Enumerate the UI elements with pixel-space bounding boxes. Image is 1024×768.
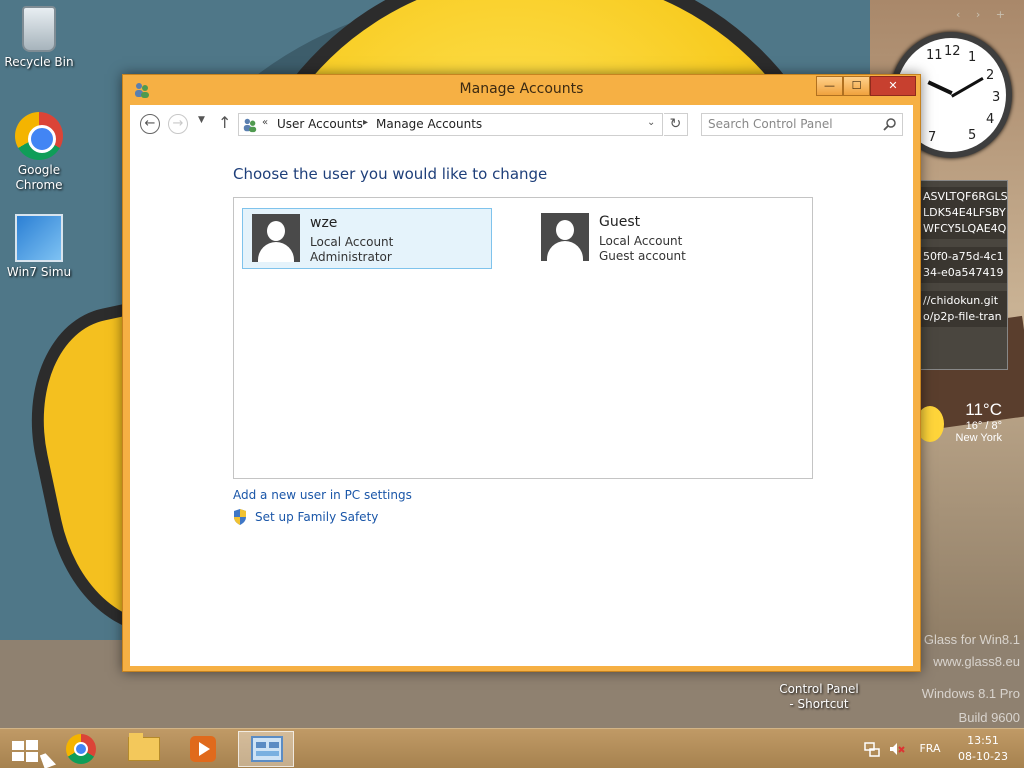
arrow-right-icon: →	[172, 116, 184, 131]
minimize-button[interactable]: —	[816, 76, 843, 96]
up-button[interactable]: ↑	[218, 113, 231, 132]
clock-time[interactable]: 13:51	[950, 734, 1016, 747]
maximize-button[interactable]: ☐	[843, 76, 870, 96]
account-role: Administrator	[310, 250, 392, 264]
refresh-button[interactable]: ↻	[664, 113, 688, 136]
taskbar: FRA 13:51 08-10-23	[0, 728, 1024, 768]
account-tile-wze[interactable]: wze Local Account Administrator	[242, 208, 492, 269]
notes-line: o/p2p-file-tran	[923, 310, 1002, 323]
page-heading: Choose the user you would like to change	[233, 165, 548, 183]
account-type: Local Account	[599, 234, 683, 248]
control-panel-icon	[251, 736, 283, 762]
window-titlebar[interactable]: Manage Accounts — ☐ ✕	[123, 75, 920, 105]
clock-numeral: 2	[986, 68, 995, 83]
desktop-icon-control-panel-shortcut[interactable]: Control Panel - Shortcut	[778, 682, 860, 712]
clock-numeral: 1	[968, 50, 977, 65]
breadcrumb-separator-icon[interactable]: ▸	[363, 117, 368, 128]
arrow-up-icon: ↑	[218, 113, 232, 132]
notes-block: //chidokun.git o/p2p-file-tran	[919, 291, 1007, 327]
account-tile-guest[interactable]: Guest Local Account Guest account	[532, 208, 782, 269]
refresh-icon: ↻	[669, 116, 682, 132]
language-indicator[interactable]: FRA	[912, 742, 948, 755]
desktop-icon-label: Control Panel - Shortcut	[779, 682, 859, 711]
taskbar-control-panel[interactable]	[238, 731, 294, 767]
arrow-left-icon: ←	[144, 116, 156, 131]
address-bar[interactable]: « User Accounts ▸ Manage Accounts ⌄	[238, 113, 663, 136]
notes-block: 50f0-a75d-4c1 34-e0a547419	[919, 247, 1007, 283]
search-icon[interactable]	[883, 117, 897, 131]
gadget-nav-icons[interactable]: ‹ › +	[956, 8, 1011, 21]
clock-numeral: 11	[926, 48, 943, 63]
desktop-icon-win7-simu[interactable]: Win7 Simu	[2, 214, 76, 280]
chevron-down-icon[interactable]: ⌄	[647, 117, 655, 128]
family-safety-link[interactable]: Set up Family Safety	[255, 510, 378, 524]
clock-numeral: 4	[986, 112, 995, 127]
taskbar-chrome[interactable]	[54, 731, 110, 767]
clock-numeral: 7	[928, 130, 937, 145]
chrome-icon	[66, 734, 96, 764]
breadcrumb-overflow[interactable]: «	[262, 117, 268, 128]
clock-numeral: 5	[968, 128, 977, 143]
clock-hour-hand	[927, 80, 953, 95]
accounts-list: wze Local Account Administrator Guest Lo…	[233, 197, 813, 479]
breadcrumb-user-accounts[interactable]: User Accounts	[277, 117, 363, 131]
chevron-down-icon: ▼	[198, 115, 205, 125]
file-explorer-icon	[128, 733, 160, 761]
close-button[interactable]: ✕	[870, 76, 916, 96]
recent-locations-button[interactable]: ▼	[198, 115, 205, 125]
desktop-icon-label: Win7 Simu	[6, 265, 72, 279]
recycle-bin-icon	[22, 6, 56, 52]
media-player-icon	[190, 736, 216, 762]
notes-line: 50f0-a75d-4c1	[923, 250, 1004, 263]
taskbar-file-explorer[interactable]	[116, 731, 172, 767]
clock-numeral: 12	[944, 44, 961, 59]
watermark-line: Windows 8.1 Pro	[921, 686, 1020, 701]
account-role: Guest account	[599, 249, 686, 263]
clock-numeral: 3	[992, 90, 1001, 105]
account-name: wze	[310, 215, 338, 231]
notes-line: ASVLTQF6RGLSI	[923, 190, 1008, 203]
watermark-line: Build 9600	[958, 710, 1020, 725]
search-box[interactable]	[701, 113, 903, 136]
desktop-icon-label: Recycle Bin	[4, 55, 74, 69]
clock-minute-hand	[951, 77, 984, 98]
notes-line: LDK54E4LFSBY	[923, 206, 1006, 219]
user-avatar-icon	[252, 214, 300, 262]
chrome-icon	[15, 112, 63, 160]
search-input[interactable]	[708, 117, 878, 131]
back-button[interactable]: ←	[140, 114, 160, 134]
window-title: Manage Accounts	[459, 81, 584, 97]
notes-line: WFCY5LQAE4Q	[923, 222, 1007, 235]
notes-line: //chidokun.git	[923, 294, 999, 307]
desktop-icon-label: Google Chrome	[15, 163, 63, 192]
account-type: Local Account	[310, 235, 394, 249]
clock-date[interactable]: 08-10-23	[950, 750, 1016, 763]
notes-block: ASVLTQF6RGLSI LDK54E4LFSBY WFCY5LQAE4Q	[919, 187, 1007, 239]
user-avatar-icon	[541, 213, 589, 261]
shield-icon	[234, 509, 246, 525]
taskbar-media-player[interactable]	[176, 731, 232, 767]
manage-accounts-window[interactable]: Manage Accounts — ☐ ✕ ← → ▼ ↑ « User Acc…	[122, 74, 921, 672]
network-icon[interactable]	[864, 741, 880, 757]
weather-gadget[interactable]: 11°C 16° / 8° New York	[916, 396, 1012, 454]
forward-button[interactable]: →	[168, 114, 188, 134]
account-name: Guest	[599, 214, 641, 230]
volume-muted-icon[interactable]	[889, 741, 905, 757]
desktop-icon-google-chrome[interactable]: Google Chrome	[2, 112, 76, 193]
win7-simu-icon	[15, 214, 63, 262]
desktop-icon-recycle-bin[interactable]: Recycle Bin	[2, 6, 76, 70]
window-content: ← → ▼ ↑ « User Accounts ▸ Manage Account…	[130, 105, 913, 666]
user-accounts-icon	[243, 118, 257, 133]
breadcrumb-manage-accounts[interactable]: Manage Accounts	[376, 117, 482, 131]
add-new-user-link[interactable]: Add a new user in PC settings	[233, 488, 412, 502]
notes-line: 34-e0a547419	[923, 266, 1004, 279]
notes-gadget[interactable]: ASVLTQF6RGLSI LDK54E4LFSBY WFCY5LQAE4Q 5…	[918, 180, 1008, 370]
start-icon	[12, 740, 38, 762]
